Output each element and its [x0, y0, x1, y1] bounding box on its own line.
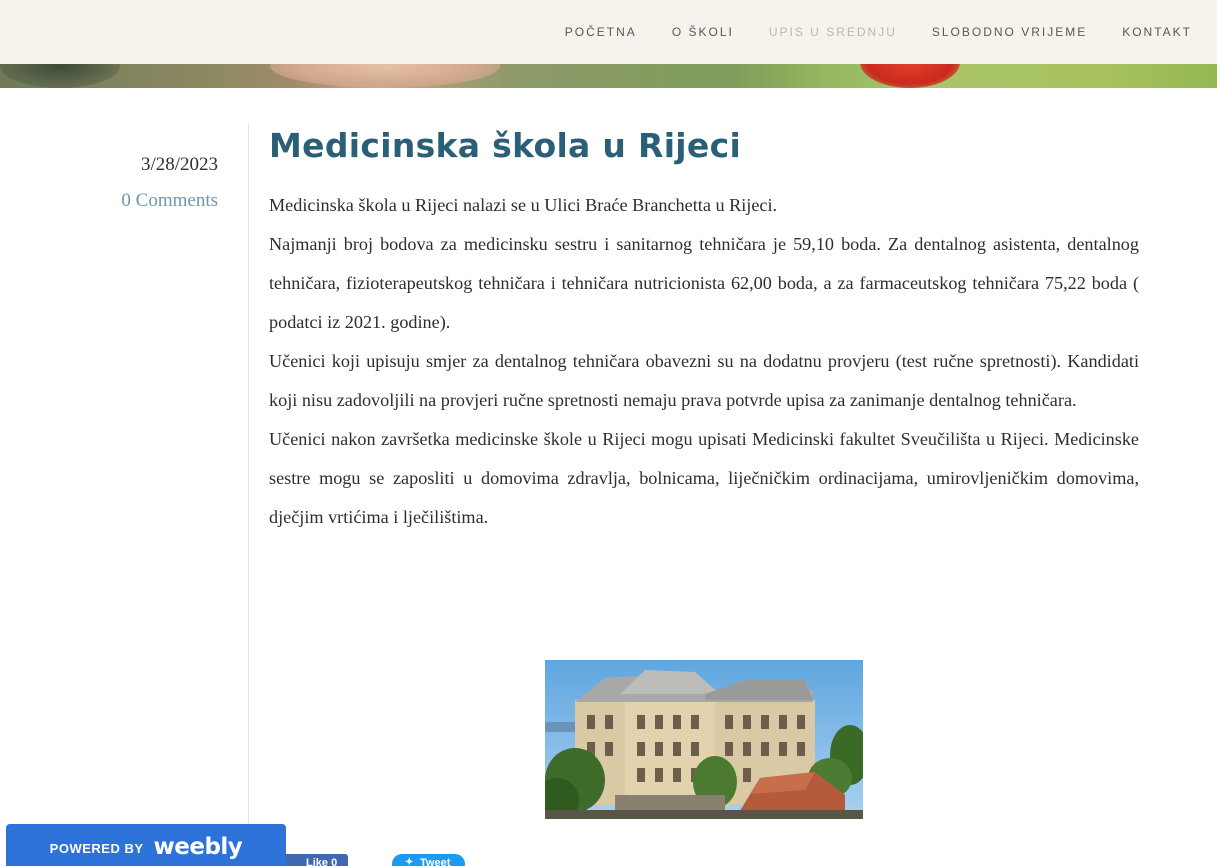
weebly-logo: weebly — [153, 834, 243, 860]
post-title[interactable]: Medicinska škola u Rijeci — [269, 126, 741, 165]
post-body: Medicinska škola u Rijeci nalazi se u Ul… — [269, 186, 1139, 537]
sidebar-divider — [248, 124, 249, 866]
hero-banner-image — [0, 64, 1217, 88]
post-paragraph: Najmanji broj bodova za medicinsku sestr… — [269, 234, 1139, 332]
tweet-button[interactable]: ✦ Tweet — [392, 854, 465, 866]
post-paragraph: Medicinska škola u Rijeci nalazi se u Ul… — [269, 195, 778, 215]
nav-item-upis-u-srednju[interactable]: UPIS U SREDNJU — [769, 25, 897, 39]
twitter-bird-icon: ✦ — [405, 857, 414, 866]
powered-by-label: POWERED BY — [49, 840, 144, 856]
nav-item-kontakt[interactable]: KONTAKT — [1122, 25, 1192, 39]
post-meta: 3/28/2023 0 Comments — [121, 154, 218, 212]
facebook-like-button[interactable]: Like 0 — [280, 854, 348, 866]
powered-by-weebly-badge[interactable]: POWERED BY weebly — [6, 824, 286, 866]
site-header: POČETNA O ŠKOLI UPIS U SREDNJU SLOBODNO … — [0, 0, 1217, 64]
nav-item-o-skoli[interactable]: O ŠKOLI — [672, 25, 734, 39]
nav-item-slobodno-vrijeme[interactable]: SLOBODNO VRIJEME — [932, 25, 1087, 39]
main-nav: POČETNA O ŠKOLI UPIS U SREDNJU SLOBODNO … — [530, 0, 1192, 64]
school-building-photo[interactable] — [545, 660, 863, 819]
nav-item-pocetna[interactable]: POČETNA — [565, 25, 637, 39]
comments-link[interactable]: 0 Comments — [121, 190, 218, 212]
post-date: 3/28/2023 — [140, 154, 218, 175]
post-paragraph: Učenici koji upisuju smjer za dentalnog … — [269, 351, 1139, 410]
post-paragraph: Učenici nakon završetka medicinske škole… — [269, 429, 1139, 527]
